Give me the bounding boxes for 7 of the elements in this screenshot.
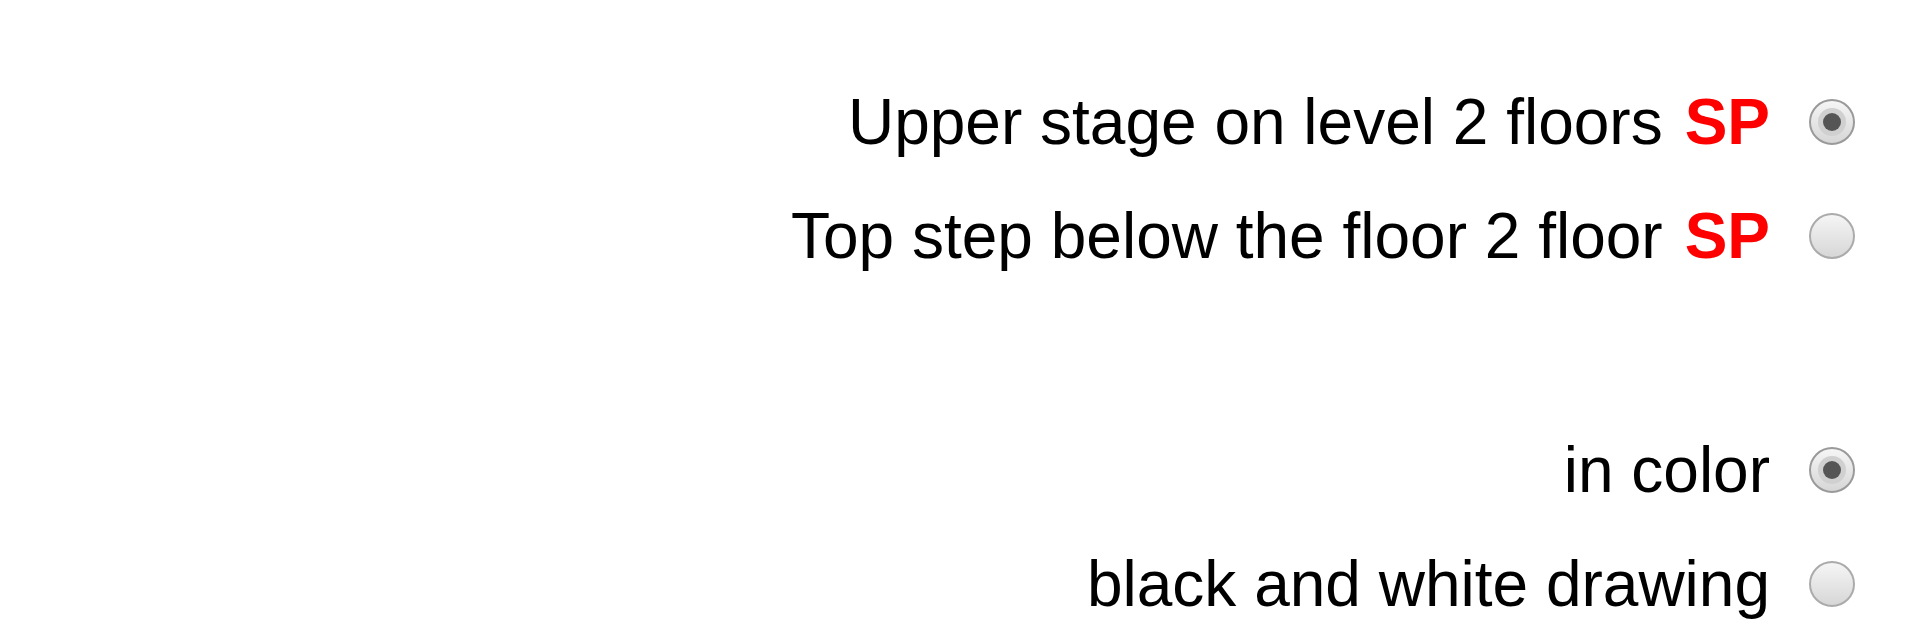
radio-button[interactable] (1809, 213, 1855, 259)
option-label: in color (1563, 438, 1770, 502)
option-tag: SP (1684, 204, 1770, 268)
option-tag: SP (1684, 90, 1770, 154)
radio-button[interactable] (1809, 561, 1855, 607)
radio-button[interactable] (1809, 447, 1855, 493)
radio-button[interactable] (1809, 99, 1855, 145)
